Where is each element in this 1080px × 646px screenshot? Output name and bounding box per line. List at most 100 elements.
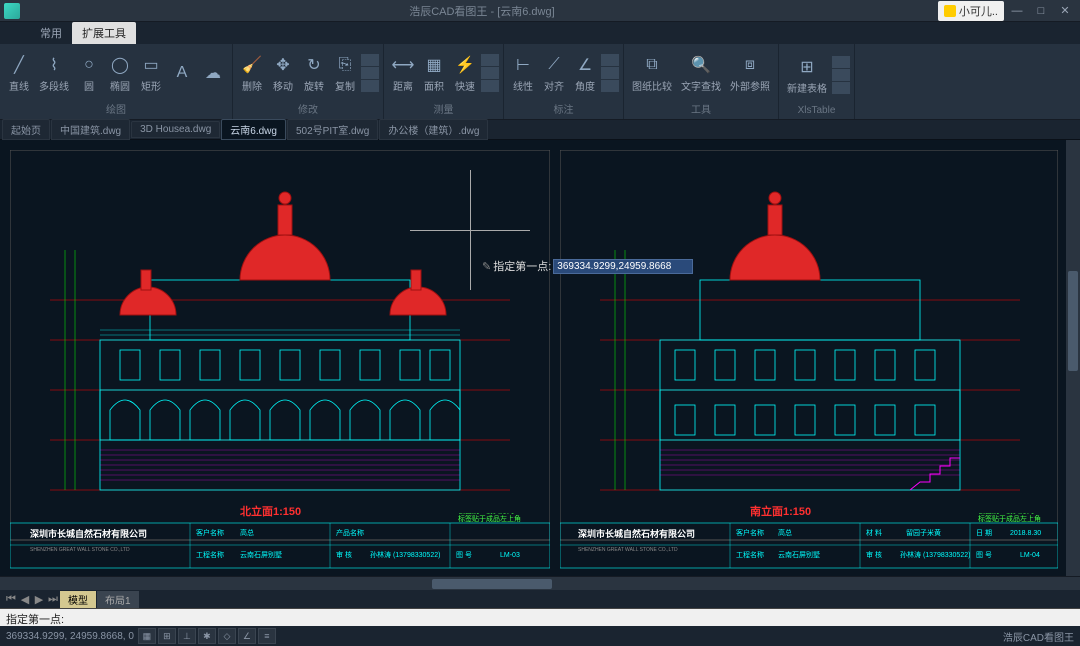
tab-nav-first[interactable]: ⏮	[4, 592, 18, 606]
tool-erase[interactable]: 🧹删除	[237, 52, 267, 95]
tool-linear[interactable]: ⊢线性	[508, 52, 538, 95]
svg-text:板面统一箭头方向: 板面统一箭头方向	[978, 513, 1034, 515]
tool-small-6[interactable]	[481, 80, 499, 92]
angle-icon: ∠	[574, 54, 596, 76]
hscroll-thumb[interactable]	[432, 579, 552, 589]
distance-icon: ⟷	[392, 54, 414, 76]
tool-line[interactable]: ╱直线	[4, 52, 34, 95]
svg-text:LM-04: LM-04	[1020, 552, 1040, 559]
tab-extended-tools[interactable]: 扩展工具	[72, 22, 136, 44]
osnap-toggle[interactable]: ◇	[218, 628, 236, 644]
close-button[interactable]: ✕	[1054, 2, 1076, 20]
tool-small-2[interactable]	[361, 67, 379, 79]
svg-text:标签贴于成品左上角: 标签贴于成品左上角	[458, 514, 521, 523]
user-chip[interactable]: 小可儿..	[938, 1, 1004, 21]
vertical-scrollbar[interactable]	[1066, 140, 1080, 576]
minimize-button[interactable]: —	[1006, 2, 1028, 20]
polar-toggle[interactable]: ✱	[198, 628, 216, 644]
tool-angle[interactable]: ∠角度	[570, 52, 600, 95]
ribbon-group-draw: ╱直线 ⌇多段线 ○圆 ◯椭圆 ▭矩形 A ☁ 绘图	[0, 44, 233, 119]
group-label-annotate: 标注	[508, 100, 619, 117]
drawing-right-elevation: 南立面1:150	[560, 150, 1058, 550]
main-tabs: 常用 扩展工具	[0, 22, 1080, 44]
doctab-4[interactable]: 502号PIT室.dwg	[287, 119, 378, 140]
tool-small-3[interactable]	[361, 80, 379, 92]
svg-text:客户名称: 客户名称	[196, 528, 224, 537]
tool-small-8[interactable]	[601, 67, 619, 79]
group-label-modify: 修改	[237, 100, 379, 117]
tool-small-1[interactable]	[361, 54, 379, 66]
ortho-toggle[interactable]: ⊥	[178, 628, 196, 644]
linear-icon: ⊢	[512, 54, 534, 76]
text-icon: A	[171, 62, 193, 84]
doctab-3[interactable]: 云南6.dwg	[221, 119, 286, 140]
group-label-xlstable: XlsTable	[783, 104, 850, 117]
tool-newtable[interactable]: ⊞新建表格	[783, 54, 831, 97]
vscroll-thumb[interactable]	[1068, 271, 1078, 371]
svg-text:LM-03: LM-03	[500, 552, 520, 559]
area-icon: ▦	[423, 54, 445, 76]
doctab-5[interactable]: 办公楼（建筑）.dwg	[379, 119, 488, 140]
command-line[interactable]: 指定第一点:	[0, 608, 1080, 626]
tool-small-5[interactable]	[481, 67, 499, 79]
status-bar: 369334.9299, 24959.8668, 0 ▦ ⊞ ⊥ ✱ ◇ ∠ ≡…	[0, 626, 1080, 646]
svg-text:高总: 高总	[240, 528, 254, 537]
compare-icon: ⧉	[641, 54, 663, 76]
svg-text:2018.8.30: 2018.8.30	[1010, 530, 1041, 537]
tool-rect[interactable]: ▭矩形	[136, 52, 166, 95]
user-avatar-icon	[944, 5, 956, 17]
tool-polyline[interactable]: ⌇多段线	[35, 52, 73, 95]
doctab-1[interactable]: 中国建筑.dwg	[51, 119, 130, 140]
xref-icon: ⧈	[739, 54, 761, 76]
tool-small-4[interactable]	[481, 54, 499, 66]
tool-area[interactable]: ▦面积	[419, 52, 449, 95]
doctab-2[interactable]: 3D Housea.dwg	[131, 121, 220, 138]
tool-move[interactable]: ✥移动	[268, 52, 298, 95]
tab-layout1[interactable]: 布局1	[97, 591, 139, 608]
snap-toggle[interactable]: ▦	[138, 628, 156, 644]
tool-copy[interactable]: ⎘复制	[330, 52, 360, 95]
tab-common[interactable]: 常用	[30, 22, 72, 44]
tool-compare[interactable]: ⧉图纸比较	[628, 52, 676, 95]
tool-small-7[interactable]	[601, 54, 619, 66]
ribbon-group-tools: ⧉图纸比较 🔍文字查找 ⧈外部参照 工具	[624, 44, 779, 119]
horizontal-scrollbar[interactable]	[0, 576, 1080, 590]
titleblock-right: 深圳市长城自然石材有限公司 SHENZHEN GREAT WALL STONE …	[560, 513, 1058, 573]
maximize-button[interactable]: □	[1030, 2, 1052, 20]
tool-small-9[interactable]	[601, 80, 619, 92]
coordinate-input[interactable]	[553, 259, 693, 274]
lwt-toggle[interactable]: ≡	[258, 628, 276, 644]
tool-small-10[interactable]	[832, 56, 850, 68]
otrack-toggle[interactable]: ∠	[238, 628, 256, 644]
svg-text:孙林涛 (13798330522): 孙林涛 (13798330522)	[370, 550, 440, 559]
tool-ellipse[interactable]: ◯椭圆	[105, 52, 135, 95]
tool-small-11[interactable]	[832, 69, 850, 81]
align-icon: ⟋	[543, 54, 565, 76]
tab-model[interactable]: 模型	[60, 591, 96, 608]
polyline-icon: ⌇	[43, 54, 65, 76]
tab-nav-prev[interactable]: ◀	[18, 592, 32, 606]
doctab-start[interactable]: 起始页	[2, 119, 50, 140]
tool-text[interactable]: A	[167, 60, 197, 86]
svg-text:孙林涛 (13798330522): 孙林涛 (13798330522)	[900, 550, 970, 559]
tool-xref[interactable]: ⧈外部参照	[726, 52, 774, 95]
svg-text:工程名称: 工程名称	[736, 550, 764, 559]
drawing-canvas[interactable]: 北立面1:150 南立面1:150 深圳市长城自然石材有限公司 SHENZHEN…	[0, 140, 1080, 576]
tab-nav-last[interactable]: ⏭	[46, 592, 60, 606]
tool-rotate[interactable]: ↻旋转	[299, 52, 329, 95]
tool-textfind[interactable]: 🔍文字查找	[677, 52, 725, 95]
svg-text:审 核: 审 核	[336, 550, 352, 559]
ribbon: ╱直线 ⌇多段线 ○圆 ◯椭圆 ▭矩形 A ☁ 绘图 🧹删除 ✥移动 ↻旋转 ⎘…	[0, 44, 1080, 120]
tool-cloud[interactable]: ☁	[198, 60, 228, 86]
tool-distance[interactable]: ⟷距离	[388, 52, 418, 95]
svg-text:审 核: 审 核	[866, 550, 882, 559]
svg-text:深圳市长城自然石材有限公司: 深圳市长城自然石材有限公司	[578, 528, 695, 539]
tool-small-12[interactable]	[832, 82, 850, 94]
grid-toggle[interactable]: ⊞	[158, 628, 176, 644]
tool-quick[interactable]: ⚡快速	[450, 52, 480, 95]
erase-icon: 🧹	[241, 54, 263, 76]
tab-nav-next[interactable]: ▶	[32, 592, 46, 606]
quick-icon: ⚡	[454, 54, 476, 76]
tool-align[interactable]: ⟋对齐	[539, 52, 569, 95]
tool-circle[interactable]: ○圆	[74, 52, 104, 95]
